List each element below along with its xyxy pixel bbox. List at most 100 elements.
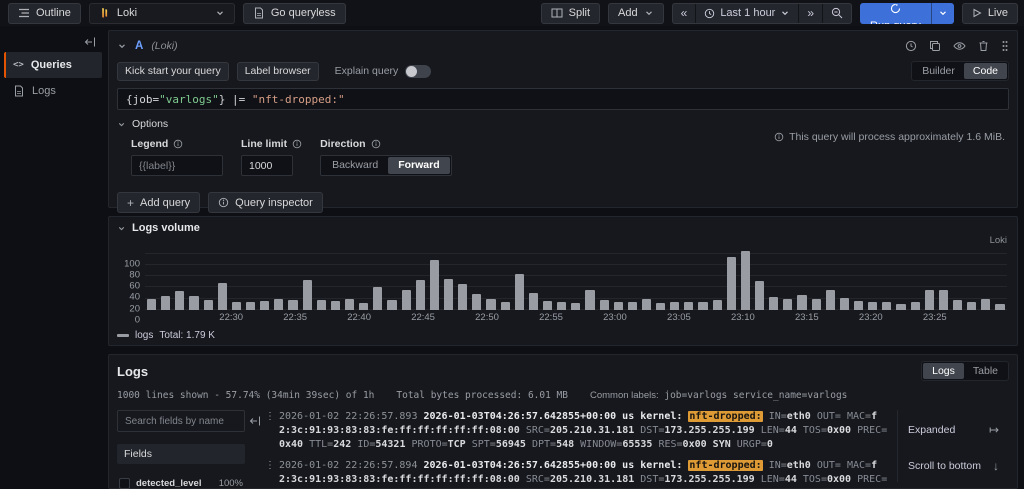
log-field-key: TOS= xyxy=(803,474,827,485)
kick-start-query-button[interactable]: Kick start your query xyxy=(117,62,229,81)
mode-builder-button[interactable]: Builder xyxy=(913,63,964,79)
sidebar-item-queries[interactable]: <> Queries xyxy=(4,52,102,78)
info-icon xyxy=(371,139,381,149)
common-labels-stat: Common labels: job=varlogs service_name=… xyxy=(590,390,847,401)
x-tick-label: 22:50 xyxy=(475,312,499,323)
query-inspector-button[interactable]: Query inspector xyxy=(208,192,323,213)
logs-controls-sidebar: Expanded ↦ Scroll to bottom ↓ Oldest log… xyxy=(897,410,1009,482)
field-checkbox[interactable] xyxy=(119,478,130,489)
run-query-label: Run query xyxy=(870,20,921,24)
kick-start-label: Kick start your query xyxy=(125,65,221,77)
volume-bar xyxy=(557,302,566,310)
volume-bar xyxy=(727,257,736,310)
trash-icon[interactable] xyxy=(978,40,989,52)
drag-handle-icon[interactable] xyxy=(1001,40,1009,52)
log-field-value: 0x00 xyxy=(827,474,851,485)
live-button[interactable]: Live xyxy=(962,3,1018,24)
mode-code-button[interactable]: Code xyxy=(964,63,1007,79)
volume-bar xyxy=(826,290,835,310)
run-query-button[interactable]: Run query xyxy=(860,3,931,24)
line-limit-input[interactable] xyxy=(241,155,293,176)
x-tick-label: 23:00 xyxy=(603,312,627,323)
volume-bar xyxy=(628,302,637,310)
legend-swatch xyxy=(117,334,129,337)
log-field-value: 0 xyxy=(767,439,773,450)
view-logs-button[interactable]: Logs xyxy=(923,363,964,379)
view-table-button[interactable]: Table xyxy=(964,363,1007,379)
zoom-out-button[interactable] xyxy=(823,4,851,23)
log-match-highlight: nft-dropped: xyxy=(688,411,762,422)
explain-query-toggle[interactable] xyxy=(405,65,431,78)
go-queryless-button[interactable]: Go queryless xyxy=(243,3,346,24)
collapse-fields-icon[interactable] xyxy=(249,415,261,482)
expanded-control[interactable]: Expanded ↦ xyxy=(898,412,1009,448)
y-tick-label: 100 xyxy=(124,258,140,269)
queryless-doc-icon xyxy=(253,7,265,19)
log-row-menu-icon[interactable]: ⋮ xyxy=(265,459,275,489)
sort-order-control[interactable]: Oldest logs first xyxy=(898,484,1009,489)
volume-bar xyxy=(656,303,665,310)
legend-input[interactable] xyxy=(131,155,223,176)
options-header[interactable]: Options xyxy=(117,118,1009,130)
outline-button[interactable]: Outline xyxy=(8,3,81,24)
add-button[interactable]: Add xyxy=(608,3,664,24)
split-button[interactable]: Split xyxy=(541,3,600,24)
add-query-label: Add query xyxy=(140,197,190,209)
toolbar-right: Split Add « Last 1 hour » Run query xyxy=(541,3,1018,24)
label-browser-button[interactable]: Label browser xyxy=(237,62,319,81)
chevron-down-icon[interactable] xyxy=(117,41,127,51)
time-shift-back-button[interactable]: « xyxy=(673,4,697,23)
loki-logo-icon xyxy=(99,7,111,19)
time-range-button[interactable]: Last 1 hour xyxy=(696,4,799,23)
collapse-sidebar-icon[interactable] xyxy=(78,32,102,52)
log-row[interactable]: ⋮ 2026-01-02 22:26:57.894 2026-01-03T04:2… xyxy=(265,459,889,489)
add-query-button[interactable]: + Add query xyxy=(117,192,200,213)
copy-icon[interactable] xyxy=(929,40,941,52)
legend-series-name[interactable]: logs xyxy=(135,330,153,341)
double-chevron-right-icon: » xyxy=(807,7,814,19)
log-field-key: LEN= xyxy=(761,474,785,485)
info-icon xyxy=(173,139,183,149)
sidebar-item-label: Logs xyxy=(32,85,56,97)
search-fields-input[interactable] xyxy=(117,410,245,432)
logs-volume-header[interactable]: Logs volume xyxy=(117,222,1009,234)
log-field-value: 205.210.31.181 xyxy=(550,425,634,436)
direction-backward-button[interactable]: Backward xyxy=(322,157,388,174)
log-field-key: DPT= xyxy=(532,439,556,450)
log-field-key: MAC= xyxy=(847,460,871,471)
volume-bar xyxy=(755,281,764,310)
log-message-prefix: 2026-01-03T04:26:57.642855+00:00 us kern… xyxy=(424,460,689,471)
field-item-detected-level[interactable]: detected_level 100% xyxy=(117,478,245,489)
datasource-picker[interactable]: Loki xyxy=(89,3,235,24)
direction-radio-group: Backward Forward xyxy=(320,155,452,176)
chevron-down-icon xyxy=(780,8,790,18)
log-field-value: 548 xyxy=(556,439,574,450)
log-row[interactable]: ⋮2026-01-02 22:26:57.893 2026-01-03T04:2… xyxy=(265,410,889,452)
volume-bar xyxy=(967,302,976,310)
refresh-icon xyxy=(890,3,901,14)
eye-icon[interactable] xyxy=(953,40,966,52)
volume-bar xyxy=(670,302,679,310)
log-field-key: LEN= xyxy=(761,425,785,436)
legend-label: Legend xyxy=(131,138,168,150)
run-query-dropdown-button[interactable] xyxy=(931,3,954,24)
log-timestamp: 2026-01-02 22:26:57.894 xyxy=(279,460,424,471)
sidebar-item-logs[interactable]: Logs xyxy=(4,78,102,104)
volume-bar xyxy=(783,299,792,310)
scroll-to-bottom-control[interactable]: Scroll to bottom ↓ xyxy=(898,448,1009,484)
label-browser-label: Label browser xyxy=(245,65,311,77)
logs-volume-title: Logs volume xyxy=(132,222,200,234)
time-shift-forward-button[interactable]: » xyxy=(799,4,823,23)
history-icon[interactable] xyxy=(905,40,917,52)
log-row-menu-icon[interactable]: ⋮ xyxy=(265,410,275,452)
volume-bar xyxy=(713,300,722,310)
log-field-key: TTL= xyxy=(309,439,333,450)
volume-bar xyxy=(274,299,283,310)
query-code-input[interactable]: {job="varlogs"} |= "nft-dropped:" xyxy=(117,88,1009,110)
log-field-value: 0x00 xyxy=(827,425,851,436)
log-field-key: OUT= xyxy=(817,460,841,471)
query-ref-id[interactable]: A xyxy=(135,40,143,52)
direction-forward-button[interactable]: Forward xyxy=(388,157,449,174)
query-toolbar-row: Kick start your query Label browser Expl… xyxy=(117,58,1009,84)
chart-plot: 020406080100 xyxy=(145,248,1007,310)
